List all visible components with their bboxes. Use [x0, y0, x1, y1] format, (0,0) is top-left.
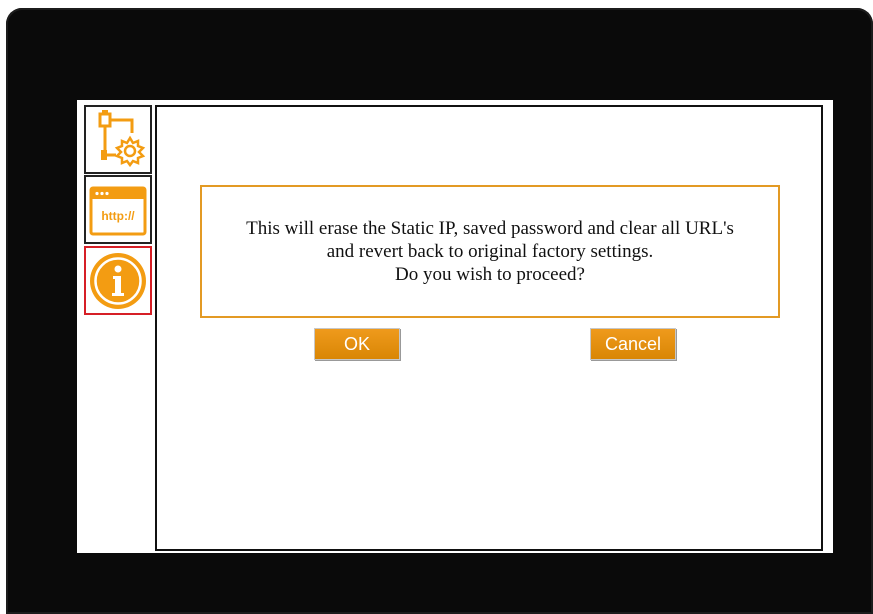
sidebar-item-url-settings[interactable]: http://	[84, 175, 152, 244]
dialog-message-line-1: This will erase the Static IP, saved pas…	[246, 218, 734, 239]
sidebar-item-network-settings[interactable]	[84, 105, 152, 174]
url-browser-icon: http://	[88, 180, 148, 240]
ok-button[interactable]: OK	[314, 328, 400, 360]
sidebar-item-info[interactable]	[84, 246, 152, 315]
info-icon	[88, 251, 148, 311]
sidebar: http://	[77, 100, 155, 553]
screen: http:// This will erase the Static IP, s…	[77, 100, 833, 553]
content-panel: This will erase the Static IP, saved pas…	[155, 105, 823, 551]
dialog-message-line-2: and revert back to original factory sett…	[326, 241, 654, 262]
confirmation-dialog: This will erase the Static IP, saved pas…	[200, 185, 780, 318]
device-bezel: http:// This will erase the Static IP, s…	[6, 8, 873, 614]
network-settings-icon	[88, 109, 148, 171]
url-icon-label: http://	[101, 209, 135, 223]
cancel-button[interactable]: Cancel	[590, 328, 676, 360]
dialog-message-line-3: Do you wish to proceed?	[395, 264, 585, 285]
